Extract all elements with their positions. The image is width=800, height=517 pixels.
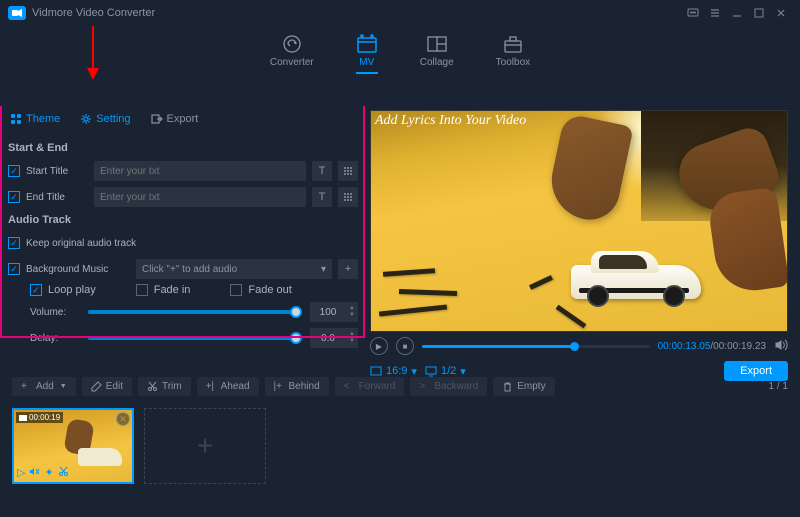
app-logo [8,6,26,20]
volume-icon[interactable] [774,338,788,355]
forward-button[interactable]: <Forward [335,377,405,396]
delay-spinbox[interactable]: 0.0▲▼ [310,328,358,348]
close-button[interactable] [770,2,792,24]
loop-label: Loop play [48,284,96,296]
maximize-button[interactable] [748,2,770,24]
add-audio-button[interactable]: + [338,259,358,279]
menu-icon[interactable] [704,2,726,24]
main-nav: Converter MV Collage Toolbox [0,26,800,80]
behind-button[interactable]: |+Behind [265,377,329,396]
start-title-checkbox[interactable]: ✓ [8,165,20,177]
duration-badge: 00:00:19 [16,412,63,423]
tab-setting[interactable]: Setting [70,106,140,132]
page-indicator: 1 / 1 [769,381,788,392]
end-title-text-style[interactable]: T [312,187,332,207]
keep-audio-label: Keep original audio track [26,238,136,249]
ahead-button[interactable]: +|Ahead [197,377,259,396]
fadeout-label: Fade out [248,284,291,296]
progress-bar[interactable] [422,345,650,348]
export-button[interactable]: Export [724,361,788,381]
titlebar: Vidmore Video Converter [0,0,800,26]
bg-music-label: Background Music [26,264,130,275]
fadein-label: Fade in [154,284,191,296]
thumbnail-strip: 00:00:19 ✕ ▷ ✦ + [0,400,800,490]
thumb-star-icon[interactable]: ✦ [44,466,53,480]
end-title-input[interactable] [94,187,306,207]
sub-tabs: Theme Setting Export [0,106,366,132]
edit-button[interactable]: Edit [82,377,132,396]
add-button[interactable]: +Add▼ [12,377,76,396]
play-button[interactable]: ▶ [370,337,388,355]
chevron-down-icon: ▾ [321,264,326,275]
trim-button[interactable]: Trim [138,377,191,396]
bg-music-checkbox[interactable]: ✓ [8,263,20,275]
app-title: Vidmore Video Converter [32,7,155,19]
remove-clip-icon[interactable]: ✕ [116,412,130,426]
volume-spinbox[interactable]: 100▲▼ [310,302,358,322]
time-display: 00:00:13.05/00:00:19.23 [658,341,766,352]
volume-slider[interactable] [88,310,302,314]
loop-checkbox[interactable]: ✓ [30,284,42,296]
settings-panel: Start & End ✓ Start Title T ✓ End Title … [0,132,366,362]
aspect-select[interactable]: 16:9 ▾ [370,365,417,378]
end-title-label: End Title [26,192,88,203]
chevron-down-icon: ▾ [411,365,417,378]
end-title-grid-icon[interactable] [338,187,358,207]
fadein-checkbox[interactable]: ✓ [136,284,148,296]
start-title-input[interactable] [94,161,306,181]
nav-mv[interactable]: MV [356,34,378,72]
tab-export[interactable]: Export [141,106,209,132]
start-title-label: Start Title [26,166,88,177]
delay-slider[interactable] [88,336,302,340]
chevron-down-icon: ▾ [460,365,466,378]
screen-ratio-select[interactable]: 1/2 ▾ [425,365,466,378]
preview-overlay-text: Add Lyrics Into Your Video [375,113,526,129]
volume-label: Volume: [30,307,80,318]
annotation-highlight [0,80,800,106]
start-title-grid-icon[interactable] [338,161,358,181]
delay-label: Delay: [30,333,80,344]
end-title-checkbox[interactable]: ✓ [8,191,20,203]
start-end-heading: Start & End [8,142,358,154]
thumb-mute-icon[interactable] [29,466,40,480]
audio-heading: Audio Track [8,214,358,226]
nav-converter[interactable]: Converter [270,34,314,72]
playback-bar: ▶ ■ 00:00:13.05/00:00:19.23 [370,334,788,358]
fadeout-checkbox[interactable]: ✓ [230,284,242,296]
preview-area: Add Lyrics Into Your Video [370,110,788,332]
clip-thumbnail[interactable]: 00:00:19 ✕ ▷ ✦ [12,408,134,484]
thumb-trim-icon[interactable] [58,466,69,480]
thumb-play-icon[interactable]: ▷ [17,466,25,480]
keep-audio-checkbox[interactable]: ✓ [8,237,20,249]
minimize-button[interactable] [726,2,748,24]
nav-collage[interactable]: Collage [420,34,454,72]
empty-button[interactable]: Empty [493,377,554,396]
feedback-icon[interactable] [682,2,704,24]
bg-music-select[interactable]: Click "+" to add audio ▾ [136,259,332,279]
tab-theme[interactable]: Theme [0,106,70,132]
backward-button[interactable]: >Backward [410,377,487,396]
start-title-text-style[interactable]: T [312,161,332,181]
stop-button[interactable]: ■ [396,337,414,355]
nav-toolbox[interactable]: Toolbox [496,34,530,72]
add-clip-placeholder[interactable]: + [144,408,266,484]
